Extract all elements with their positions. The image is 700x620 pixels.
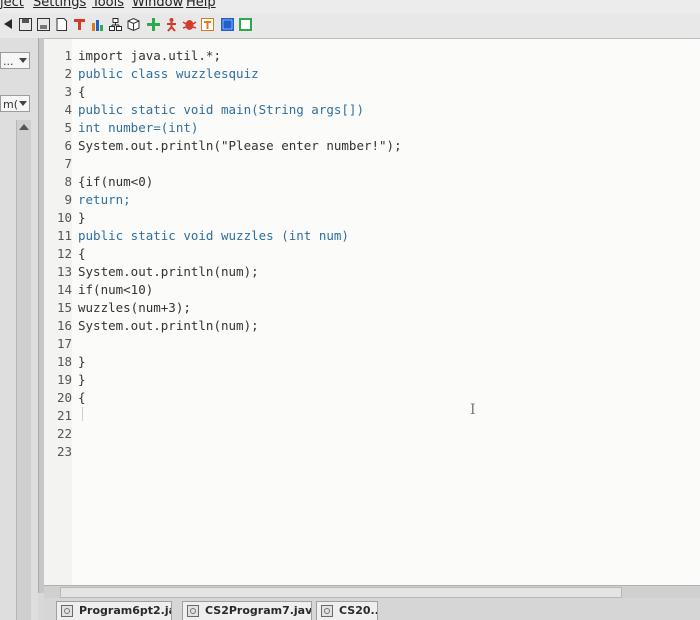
code-text: } — [78, 210, 86, 225]
code-text: { — [78, 246, 86, 261]
debug-icon[interactable] — [182, 17, 197, 32]
line-number: 7 — [64, 156, 72, 171]
tab-label: Program6pt2.java — [79, 604, 171, 617]
menu-help[interactable]: Help — [186, 0, 216, 10]
code-text: { — [78, 84, 86, 99]
line-number: 16 — [56, 318, 72, 333]
line-number: 5 — [64, 120, 72, 135]
code-text: {if(num<0) — [78, 174, 154, 189]
member-combo[interactable]: m( — [0, 95, 30, 112]
menu-tools[interactable]: Tools — [92, 0, 124, 10]
menu-project[interactable]: ject — [0, 0, 24, 10]
code-text: if(num<10) — [78, 282, 154, 297]
line-number: 8 — [64, 174, 72, 189]
line-number: 4 — [64, 102, 72, 117]
code-text: wuzzles(num+3); — [78, 300, 191, 315]
line-number: 22 — [56, 426, 72, 441]
left-panel: ... m( — [0, 38, 38, 620]
code-text: int number=(int) — [78, 120, 199, 135]
code-text: System.out.println(num); — [78, 318, 259, 333]
code-text: import java.util.*; — [78, 48, 221, 63]
line-number: 12 — [56, 246, 72, 261]
layout-green-icon[interactable] — [238, 17, 253, 32]
line-number: 14 — [56, 282, 72, 297]
line-number: 6 — [64, 138, 72, 153]
scope-combo[interactable]: ... — [0, 52, 30, 69]
tab-label: CS20... — [339, 604, 377, 617]
toolbar — [0, 13, 700, 39]
scroll-up-icon[interactable] — [19, 124, 29, 130]
code-text: } — [78, 354, 86, 369]
line-number: 2 — [64, 66, 72, 81]
left-scrollbar[interactable] — [16, 120, 31, 620]
i-beam-cursor-icon: I — [470, 402, 476, 418]
horizontal-scrollbar[interactable] — [44, 585, 700, 598]
step-icon[interactable] — [200, 17, 215, 32]
run-icon[interactable] — [164, 17, 179, 32]
code-text: public static void main(String args[]) — [78, 102, 364, 117]
line-number: 15 — [56, 300, 72, 315]
arrow-icon[interactable] — [2, 17, 17, 32]
line-number: 21 — [56, 408, 72, 423]
tab-cs20[interactable]: CS20... — [316, 601, 378, 620]
tab-cs2program7[interactable]: CS2Program7.java — [182, 601, 312, 620]
code-text: { — [78, 390, 86, 405]
code-text: public static void wuzzles (int num) — [78, 228, 349, 243]
java-file-icon — [321, 605, 333, 617]
line-number: 10 — [56, 210, 72, 225]
menu-settings[interactable]: Settings — [33, 0, 86, 10]
menu-bar: ject Settings Tools Window Help — [0, 0, 700, 13]
line-number: 23 — [56, 444, 72, 459]
code-text: return; — [78, 192, 131, 207]
line-number: 20 — [56, 390, 72, 405]
code-text: System.out.println(num); — [78, 264, 259, 279]
package-icon[interactable] — [126, 17, 141, 32]
line-number: 17 — [56, 336, 72, 351]
tab-program6pt2[interactable]: Program6pt2.java — [56, 601, 172, 620]
breakpoint-icon[interactable] — [72, 17, 87, 32]
menu-window[interactable]: Window — [132, 0, 183, 10]
add-icon[interactable] — [146, 17, 161, 32]
java-file-icon — [61, 605, 73, 617]
code-text: public class wuzzlesquiz — [78, 66, 259, 81]
code-text: System.out.println("Please enter number!… — [78, 138, 402, 153]
text-cursor — [82, 407, 83, 421]
chart-icon[interactable] — [90, 17, 105, 32]
java-file-icon — [187, 605, 199, 617]
line-number: 9 — [64, 192, 72, 207]
code-editor[interactable]: 1 import java.util.*; 2 public class wuzzl… — [44, 39, 700, 585]
chevron-down-icon — [19, 58, 27, 63]
member-combo-label: m( — [3, 98, 19, 111]
save-icon[interactable] — [18, 17, 33, 32]
chevron-down-icon — [19, 101, 27, 106]
tab-label: CS2Program7.java — [205, 604, 312, 617]
scrollbar-thumb[interactable] — [60, 587, 622, 598]
layout-blue-icon[interactable] — [220, 17, 235, 32]
code-text: } — [78, 372, 86, 387]
line-number: 19 — [56, 372, 72, 387]
line-number: 1 — [64, 48, 72, 63]
line-number: 13 — [56, 264, 72, 279]
save-all-icon[interactable] — [36, 17, 51, 32]
scope-combo-label: ... — [3, 55, 14, 68]
line-number: 11 — [56, 228, 72, 243]
file-tab-bar: Program6pt2.java CS2Program7.java CS20..… — [44, 598, 700, 620]
class-diagram-icon[interactable] — [108, 17, 123, 32]
line-number: 3 — [64, 84, 72, 99]
new-file-icon[interactable] — [54, 17, 69, 32]
line-number: 18 — [56, 354, 72, 369]
